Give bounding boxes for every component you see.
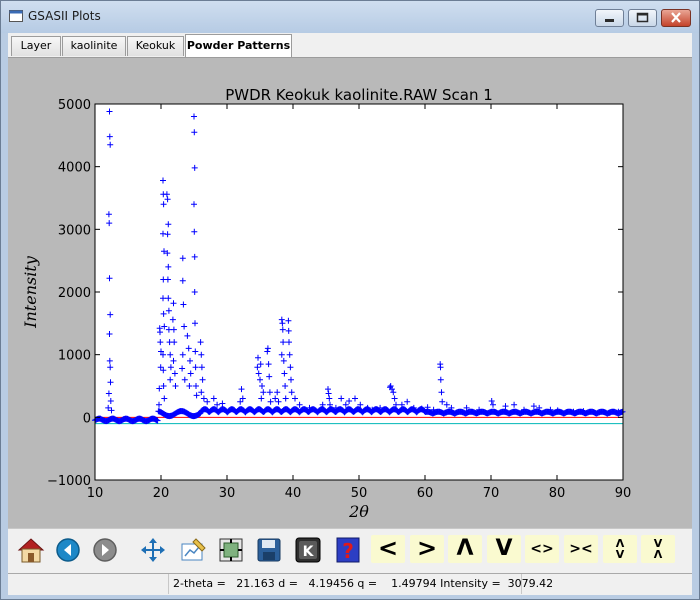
x-tick-label: 20 — [153, 486, 170, 501]
svg-text:K: K — [303, 544, 315, 560]
shift-down-button[interactable]: V — [487, 535, 521, 563]
x-tick-label: 70 — [483, 486, 500, 501]
window-title: GSASII Plots — [28, 9, 101, 23]
shrink-x-button[interactable]: >< — [564, 535, 598, 563]
y-tick-label: 3000 — [58, 223, 91, 238]
tab-powder-patterns[interactable]: Powder Patterns — [185, 34, 292, 57]
x-axis-label: 2θ — [348, 502, 369, 521]
x-tick-label: 60 — [417, 486, 434, 501]
shift-up-button[interactable]: Λ — [448, 535, 482, 563]
chart-title: PWDR Keokuk kaolinite.RAW Scan 1 — [225, 86, 493, 104]
x-tick-label: 80 — [549, 486, 566, 501]
plot-area[interactable]: 10 20 30 40 50 60 70 80 90 −1000 0 1000 2000 3000 400… — [8, 58, 692, 528]
save-icon[interactable] — [254, 535, 284, 565]
shift-left-button[interactable]: < — [371, 535, 405, 563]
y-tick-label: 5000 — [58, 98, 91, 113]
back-icon[interactable] — [53, 535, 83, 565]
x-tick-label: 30 — [219, 486, 236, 501]
y-tick-label: 4000 — [58, 161, 91, 176]
x-tick-label: 90 — [615, 486, 632, 501]
y-axis-label: Intensity — [21, 255, 40, 329]
minimize-button[interactable] — [595, 9, 624, 27]
plot-toolbar: K ? < > Λ V <> >< Λ V V Λ — [8, 528, 692, 574]
help-icon[interactable]: ? — [333, 535, 363, 565]
close-icon — [671, 12, 681, 23]
x-tick-label: 40 — [285, 486, 302, 501]
y-tick-label: 2000 — [58, 286, 91, 301]
tab-keokuk[interactable]: Keokuk — [127, 36, 184, 56]
expand-y-button[interactable]: Λ V — [603, 535, 637, 563]
cursor-readout: 2-theta = 21.163 d = 4.19456 q = 1.49794… — [168, 574, 553, 594]
expand-x-button[interactable]: <> — [525, 535, 559, 563]
maximize-button[interactable] — [628, 9, 657, 27]
tab-layer[interactable]: Layer — [11, 36, 61, 56]
svg-text:?: ? — [342, 539, 354, 563]
configure-subplots-icon[interactable] — [216, 535, 246, 565]
home-icon[interactable] — [16, 535, 46, 565]
tab-kaolinite[interactable]: kaolinite — [62, 36, 126, 56]
tab-strip: Layer kaolinite Keokuk Powder Patterns — [8, 33, 692, 58]
app-icon — [9, 10, 23, 22]
powder-pattern-chart[interactable]: 10 20 30 40 50 60 70 80 90 −10000100020003000400… — [8, 58, 692, 528]
maximize-icon — [636, 12, 649, 23]
key-help-icon[interactable]: K — [293, 535, 323, 565]
minimize-icon — [605, 19, 614, 22]
status-bar: 2-theta = 21.163 d = 4.19456 q = 1.49794… — [8, 573, 692, 595]
y-tick-label: −1000 — [47, 474, 91, 489]
title-bar[interactable]: GSASII Plots — [1, 1, 699, 33]
forward-icon[interactable] — [90, 535, 120, 565]
plot-window: GSASII Plots Layer kaolinite Keokuk Powd… — [0, 0, 700, 600]
shrink-y-button[interactable]: V Λ — [641, 535, 675, 563]
y-tick-label: 0 — [83, 411, 91, 426]
pan-icon[interactable] — [138, 535, 168, 565]
x-tick-label: 50 — [351, 486, 368, 501]
edit-axes-icon[interactable] — [178, 535, 208, 565]
client-area: Layer kaolinite Keokuk Powder Patterns 1… — [8, 33, 692, 595]
close-button[interactable] — [661, 9, 691, 27]
y-tick-label: 1000 — [58, 349, 91, 364]
shift-right-button[interactable]: > — [410, 535, 444, 563]
